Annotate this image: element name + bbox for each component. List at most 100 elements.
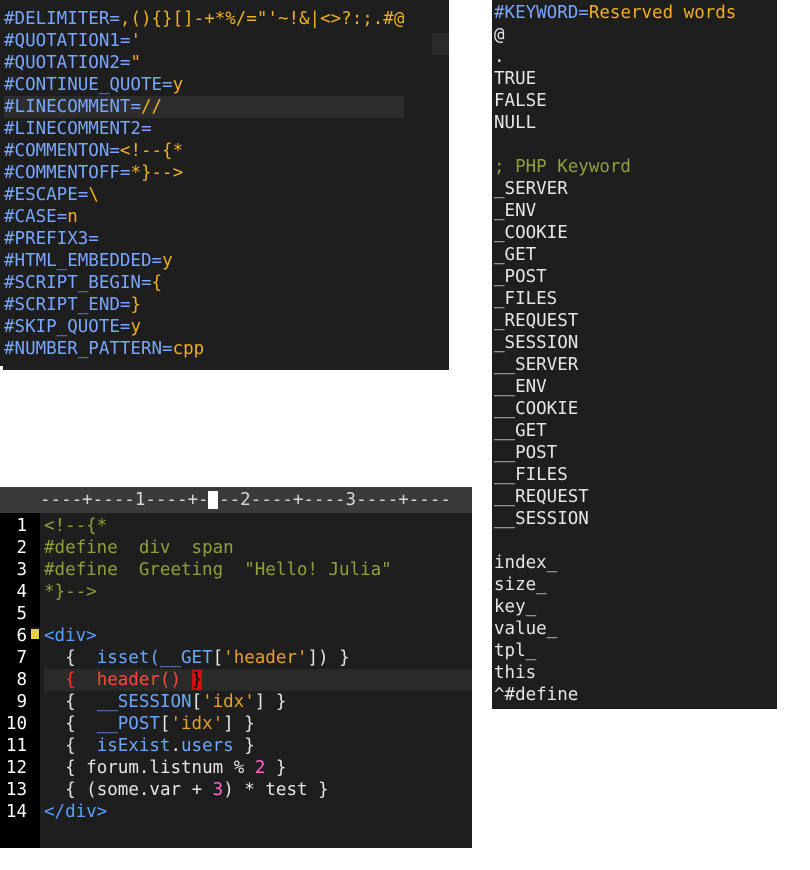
setting-equals: = [151,251,163,271]
token: __SESSION [96,692,192,712]
php-keyword-comment: ; PHP Keyword [494,157,631,177]
token: test [265,780,308,800]
token: 'header' [223,648,308,668]
keywords-panel[interactable]: #KEYWORD=Reserved words @. TRUE FALSE NULL … [492,0,777,709]
keyword-item: value_ [494,619,558,639]
keyword-item: _GET [494,245,537,265]
comment-open: <!--{* [44,516,108,536]
keyword-item: NULL [494,113,537,133]
setting-value: ,(){}[]-+*%/="'~!&|<>?:;.#@ [119,9,405,29]
line-number: 10 [5,714,27,734]
setting-line: #SCRIPT_BEGIN={ [4,272,404,294]
line-number: 1 [16,516,27,536]
setting-key: #DELIMITER [4,9,110,29]
setting-equals: = [130,97,141,117]
token: (some [86,780,139,800]
setting-equals: = [88,229,99,249]
setting-key: #SCRIPT_END [4,295,120,315]
code-line-9: { __SESSION['idx'] } [44,691,472,713]
token: 'idx' [170,714,224,734]
token: ) [223,780,234,800]
setting-key: #ESCAPE [4,185,78,205]
line-numbers: 1 2 3 4 5 6 7 8 9 10 11 12 13 14 [0,515,27,823]
keyword-header-key: #KEYWORD [494,3,579,23]
token: __GET [159,648,213,668]
token: Greeting [138,560,224,580]
keyword-item: _SESSION [494,333,579,353]
setting-line: #CONTINUE_QUOTE=y [4,74,404,96]
keyword-item: _FILES [494,289,558,309]
token: [ [159,714,171,734]
setting-line: #SCRIPT_END=} [4,294,404,316]
keyword-item: __GET [494,421,547,441]
code-line-6: <div> [44,625,472,647]
keyword-item: . [494,47,505,67]
keyword-item: ^#define [494,685,579,705]
setting-value: ' [130,31,141,51]
keyword-item: __FILES [494,465,568,485]
setting-value: <!--{* [119,141,184,161]
setting-equals: = [56,207,68,227]
keyword-item: _COOKIE [494,223,568,243]
settings-text[interactable]: #DELIMITER=,(){}[]-+*%/="'~!&|<>?:;.#@ #Q… [4,8,405,360]
setting-value: y [172,75,184,95]
number-literal: 3 [212,780,224,800]
setting-line: #COMMENTOFF=*}--> [4,162,404,184]
setting-equals: = [162,75,173,95]
setting-key: #LINECOMMENT2 [4,119,141,139]
code-line-8-current: { header() } [44,669,472,691]
token: #define [44,538,118,558]
keyword-item: index_ [494,553,558,573]
settings-panel[interactable]: #DELIMITER=,(){}[]-+*%/="'~!&|<>?:;.#@ #Q… [0,0,449,370]
keyword-header-line: #KEYWORD=Reserved words [494,2,736,24]
token: forum [86,758,139,778]
setting-key: #SKIP_QUOTE [4,317,120,337]
comment-close: *}--> [44,582,97,602]
text-cursor: } [191,670,203,690]
keyword-item: _SERVER [494,179,568,199]
setting-key: #QUOTATION2 [4,53,120,73]
setting-line: #DELIMITER=,(){}[]-+*%/="'~!&|<>?:;.#@ [4,8,404,30]
setting-line: #CASE=n [4,206,404,228]
setting-key: #LINECOMMENT [4,97,131,117]
setting-line: #PREFIX3= [4,228,404,250]
code-line-2: #define div span [44,537,472,559]
setting-equals: = [140,273,152,293]
token: } [275,692,287,712]
setting-key: #SCRIPT_BEGIN [4,273,141,293]
token: * [244,780,255,800]
setting-line: #COMMENTON=<!--{* [4,140,404,162]
setting-equals: = [77,185,89,205]
keywords-text[interactable]: #KEYWORD=Reserved words @. TRUE FALSE NULL … [494,2,736,706]
setting-equals: = [119,163,131,183]
token: . [138,758,150,778]
setting-line: #ESCAPE=\ [4,184,404,206]
keyword-item: this [494,663,537,683]
keyword-item: __ENV [494,377,547,397]
setting-key: #PREFIX3 [4,229,89,249]
token: isExist [96,736,171,756]
code-editor[interactable]: ----+----1----+----2----+----3----+---- … [0,487,472,848]
fold-marker-icon[interactable] [31,627,39,639]
line-number: 9 [16,692,27,712]
code-area[interactable]: <!--{* #define div span #define Greeting… [44,515,472,823]
token: #define [44,560,118,580]
setting-key: #NUMBER_PATTERN [4,339,163,359]
keyword-header-eq: = [578,3,589,23]
token: [ [191,692,203,712]
token: ]) [307,648,329,668]
token: isset( [96,648,160,668]
token: { [65,714,76,734]
setting-equals: = [119,317,131,337]
setting-value: { [151,273,163,293]
setting-key: #HTML_EMBEDDED [4,251,152,271]
token: "Hello! Julia" [244,560,392,580]
setting-line: #QUOTATION2=" [4,52,404,74]
token: } [339,648,350,668]
setting-equals: = [109,9,120,29]
code-line-14: </div> [44,801,472,823]
setting-value: \ [88,185,99,205]
html-tag: <div> [44,626,97,646]
setting-line: #QUOTATION1=' [4,30,404,52]
